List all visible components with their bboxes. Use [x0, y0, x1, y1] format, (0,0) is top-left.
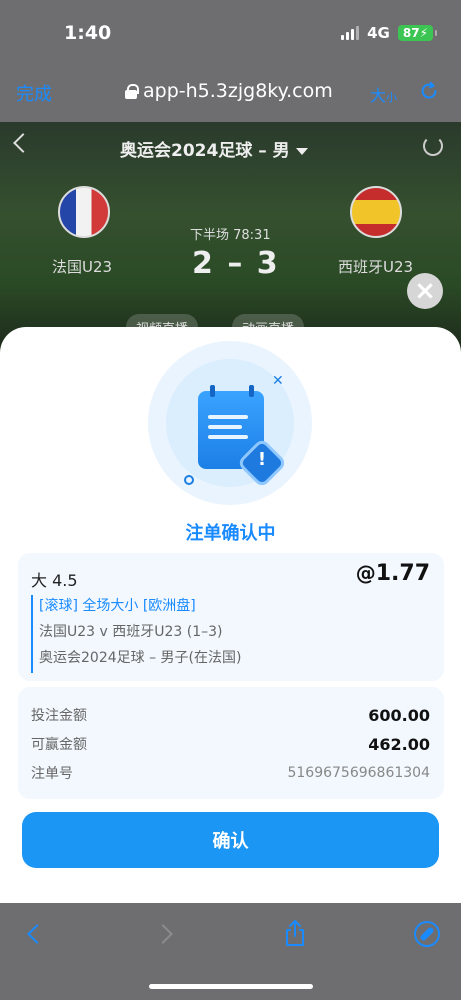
compass-icon[interactable]	[414, 921, 440, 947]
fixture-label: 法国U23 v 西班牙U23 (1–3)	[39, 624, 223, 640]
text-size-small: 小	[386, 91, 398, 104]
win-row: 可赢金额 462.00	[31, 734, 430, 754]
league-selector[interactable]: 奥运会2024足球 – 男	[120, 136, 308, 161]
status-indicators: 4G 87⚡	[341, 24, 438, 42]
close-icon[interactable]: ×	[407, 273, 443, 309]
market-label: [滚球] 全场大小 [欧洲盘]	[39, 598, 196, 614]
stake-label: 投注金额	[31, 708, 87, 724]
competition-label: 奥运会2024足球 – 男子(在法国)	[39, 650, 242, 666]
match-header: 奥运会2024足球 – 男 法国U23 西班牙U23 下半场 78:31 2 –…	[0, 122, 461, 352]
match-period: 下半场 78:31	[190, 228, 271, 243]
share-icon[interactable]	[284, 919, 306, 947]
back-icon[interactable]	[13, 133, 33, 153]
spain-flag-icon	[350, 186, 402, 238]
france-flag-icon	[58, 186, 110, 238]
url-text: app-h5.3zjg8ky.com	[143, 80, 333, 102]
pending-illustration: ! ✕	[148, 341, 312, 505]
confirm-button[interactable]: 确认	[22, 812, 439, 868]
match-score: 2 – 3	[192, 246, 280, 281]
odds-value: @1.77	[355, 561, 430, 586]
stake-row: 投注金额 600.00	[31, 705, 430, 725]
battery-level: 87	[402, 26, 420, 40]
win-value: 462.00	[368, 734, 430, 754]
match-refresh-icon[interactable]	[423, 136, 443, 156]
ticket-value: 5169675696861304	[287, 765, 430, 781]
browser-top-bar: 1:40 4G 87⚡ 完成 app-h5.3zjg8ky.com 大小	[0, 0, 461, 122]
selection-card: 大 4.5 @1.77 [滚球] 全场大小 [欧洲盘] 法国U23 v 西班牙U…	[18, 553, 444, 681]
signal-icon	[341, 26, 360, 40]
status-time: 1:40	[64, 22, 112, 44]
forward-icon[interactable]	[153, 924, 173, 944]
stake-value: 600.00	[368, 705, 430, 725]
network-label: 4G	[367, 24, 390, 42]
text-size-button[interactable]: 大小	[370, 82, 397, 106]
refresh-icon[interactable]	[418, 80, 440, 102]
ticket-row: 注单号 5169675696861304	[31, 763, 430, 783]
league-name: 奥运会2024足球 – 男	[120, 141, 290, 161]
amount-card: 投注金额 600.00 可赢金额 462.00 注单号 516967569686…	[18, 687, 444, 799]
selection-label: 大 4.5	[31, 571, 78, 590]
sheet-title: 注单确认中	[185, 523, 276, 544]
text-size-big: 大	[370, 86, 387, 105]
battery-icon: 87⚡	[397, 25, 438, 41]
bet-details: [滚球] 全场大小 [欧洲盘] 法国U23 v 西班牙U23 (1–3) 奥运会…	[31, 595, 241, 673]
chevron-down-icon	[295, 147, 308, 155]
home-indicator	[149, 984, 313, 989]
win-label: 可赢金额	[31, 737, 87, 753]
bet-confirm-sheet: ! ✕ 注单确认中 大 4.5 @1.77 [滚球] 全场大小 [欧洲盘] 法国…	[0, 327, 461, 903]
home-team: 法国U23	[52, 258, 113, 276]
address-bar[interactable]: app-h5.3zjg8ky.com	[125, 80, 333, 102]
ticket-label: 注单号	[31, 766, 73, 782]
away-team: 西班牙U23	[338, 258, 414, 276]
back-icon[interactable]	[27, 924, 47, 944]
done-button[interactable]: 完成	[16, 80, 52, 106]
lock-icon	[125, 83, 139, 99]
